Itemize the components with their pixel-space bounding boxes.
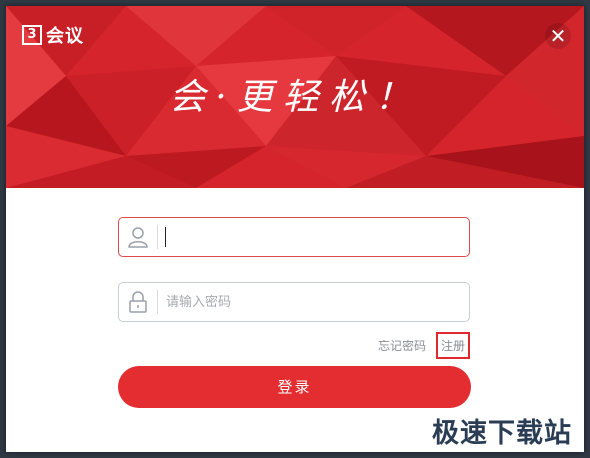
login-window: 3 会议 ✕ 会·更轻松！ 忘记密码 注册 登录 (6, 6, 584, 452)
register-link[interactable]: 注册 (435, 332, 470, 359)
logo-mark: 3 (22, 25, 42, 45)
field-separator (157, 290, 158, 314)
app-logo: 3 会议 (22, 22, 84, 48)
slogan: 会·更轻松！ (169, 77, 421, 118)
password-field[interactable] (118, 282, 470, 322)
field-separator (157, 225, 158, 249)
logo-text: 会议 (46, 26, 84, 47)
lock-icon (119, 283, 157, 321)
username-field[interactable] (118, 217, 470, 257)
password-input[interactable] (166, 287, 469, 317)
user-icon (119, 218, 157, 256)
close-button[interactable]: ✕ (545, 23, 571, 49)
username-input[interactable] (166, 222, 469, 252)
forgot-password-link[interactable]: 忘记密码 (378, 337, 426, 354)
auth-links: 忘记密码 注册 (378, 332, 470, 359)
close-icon: ✕ (549, 24, 567, 48)
site-watermark: 极速下载站 (432, 418, 572, 449)
login-button[interactable]: 登录 (118, 366, 471, 408)
header-banner: 3 会议 ✕ 会·更轻松！ (6, 6, 584, 188)
